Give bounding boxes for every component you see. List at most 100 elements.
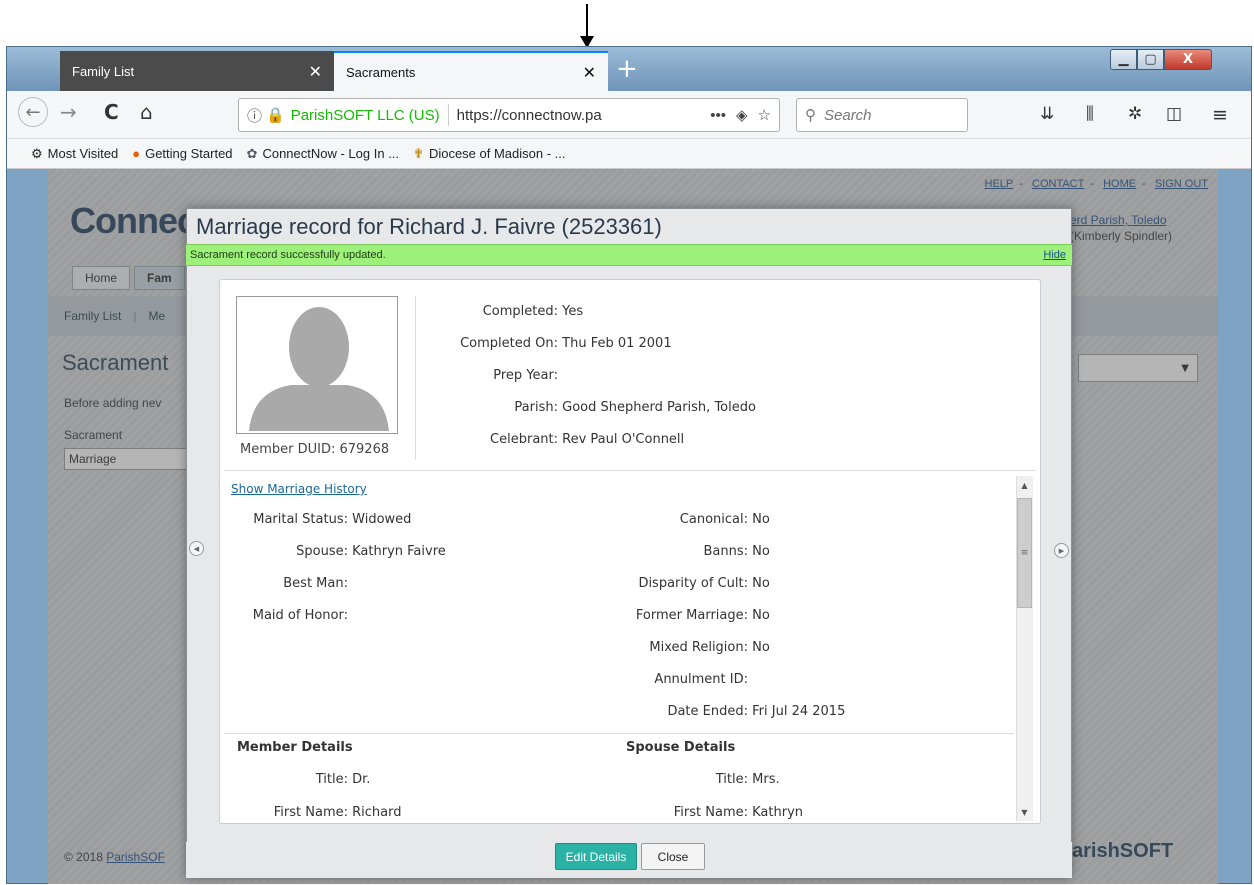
spouse-row: Spouse: Kathryn Faivre xyxy=(222,544,446,559)
member-photo xyxy=(236,296,398,434)
field-value: Dr. xyxy=(352,772,371,787)
field-label: Former Marriage: xyxy=(635,608,748,623)
library-icon[interactable]: ⫼ xyxy=(1086,104,1094,124)
section-divider xyxy=(224,733,1014,734)
maximize-button[interactable]: ▢ xyxy=(1137,49,1164,70)
home-button[interactable]: ⌂ xyxy=(140,100,153,124)
downloads-icon[interactable]: ⇊ xyxy=(1040,104,1054,124)
bookmark-connectnow[interactable]: ✿ ConnectNow - Log In ... xyxy=(247,146,399,162)
url-text[interactable]: https://connectnow.pa xyxy=(457,107,701,124)
mixed-religion-row: Mixed Religion: No xyxy=(600,640,770,655)
celebrant-row: Celebrant: Rev Paul O'Connell xyxy=(426,432,684,447)
scroll-down-icon[interactable]: ▼ xyxy=(1016,803,1033,821)
section-divider xyxy=(224,470,1036,471)
field-label: Banns: xyxy=(703,544,748,559)
tab-label: Family List xyxy=(72,63,135,79)
tab-label: Sacraments xyxy=(346,64,416,80)
minimize-button[interactable]: ▁ xyxy=(1110,49,1137,70)
url-separator xyxy=(447,104,449,126)
field-value: Mrs. xyxy=(752,772,780,787)
parish-row: Parish: Good Shepherd Parish, Toledo xyxy=(426,400,756,415)
pocket-icon[interactable]: ◈ xyxy=(736,106,748,124)
field-label: First Name: xyxy=(273,805,348,820)
field-value: Widowed xyxy=(352,512,412,527)
field-value: Kathryn Faivre xyxy=(352,544,446,559)
field-value: No xyxy=(752,640,770,655)
info-icon[interactable]: ⓘ xyxy=(247,105,262,126)
field-value: No xyxy=(752,544,770,559)
divider xyxy=(415,296,416,460)
field-label: Date Ended: xyxy=(667,704,748,719)
completed-row: Completed: Yes xyxy=(426,304,583,319)
bookmark-label: Getting Started xyxy=(145,146,233,161)
field-value: No xyxy=(752,576,770,591)
former-marriage-row: Former Marriage: No xyxy=(600,608,770,623)
field-label: Disparity of Cult: xyxy=(638,576,748,591)
close-button[interactable]: Close xyxy=(641,843,705,870)
tab-family-list[interactable]: Family List ✕ xyxy=(60,51,334,91)
member-first-name-row: First Name: Richard xyxy=(222,805,402,820)
field-label: Completed On: xyxy=(460,336,558,351)
site-identity[interactable]: ParishSOFT LLC (US) xyxy=(291,107,440,124)
tab-sacraments[interactable]: Sacraments ✕ xyxy=(334,51,608,91)
extension-icon[interactable]: ✲ xyxy=(1128,104,1142,124)
prep-year-row: Prep Year: xyxy=(426,368,558,383)
disparity-of-cult-row: Disparity of Cult: No xyxy=(600,576,770,591)
firefox-icon: ● xyxy=(132,146,141,161)
spouse-details-heading: Spouse Details xyxy=(626,740,736,755)
bookmark-label: Diocese of Madison - ... xyxy=(428,146,566,161)
url-bar[interactable]: ⓘ 🔒 ParishSOFT LLC (US) https://connectn… xyxy=(238,98,780,132)
reload-button[interactable]: C xyxy=(104,100,119,124)
show-marriage-history-link[interactable]: Show Marriage History xyxy=(231,482,367,496)
field-value: Fri Jul 24 2015 xyxy=(752,704,846,719)
marital-status-row: Marital Status: Widowed xyxy=(222,512,411,527)
member-duid: Member DUID: 679268 xyxy=(240,442,390,457)
field-label: Title: xyxy=(715,772,748,787)
forward-button[interactable]: → xyxy=(60,100,77,124)
page-actions-icon[interactable]: ••• xyxy=(710,107,726,124)
field-label: First Name: xyxy=(673,805,748,820)
field-label: Title: xyxy=(315,772,348,787)
avatar-silhouette-icon xyxy=(239,299,395,431)
field-label: Parish: xyxy=(514,400,558,415)
canonical-row: Canonical: No xyxy=(600,512,770,527)
field-value: Kathryn xyxy=(752,805,804,820)
previous-arrow-icon[interactable]: ◀ xyxy=(189,541,204,556)
lock-icon: 🔒 xyxy=(266,107,285,124)
bookmark-star-icon[interactable]: ☆ xyxy=(758,106,771,124)
bookmark-most-visited[interactable]: ⚙ Most Visited xyxy=(31,146,118,162)
connectnow-icon: ✿ xyxy=(246,145,258,161)
field-label: Maid of Honor: xyxy=(252,608,348,623)
sidebar-icon[interactable]: ◫ xyxy=(1166,104,1182,124)
bookmark-label: ConnectNow - Log In ... xyxy=(262,146,400,161)
back-button[interactable]: ← xyxy=(18,97,48,127)
scroll-up-icon[interactable]: ▲ xyxy=(1016,476,1033,494)
field-value: No xyxy=(752,512,770,527)
field-label: Best Man: xyxy=(283,576,348,591)
tab-close-icon[interactable]: ✕ xyxy=(309,62,322,81)
field-label: Spouse: xyxy=(296,544,348,559)
window-close-button[interactable]: X xyxy=(1164,49,1212,70)
field-label: Completed: xyxy=(482,304,558,319)
bookmarks-toolbar: ⚙ Most Visited ● Getting Started ✿ ConnectN… xyxy=(7,139,1251,169)
banns-row: Banns: No xyxy=(600,544,770,559)
new-tab-button[interactable]: + xyxy=(616,56,638,82)
field-value: Rev Paul O'Connell xyxy=(562,432,685,447)
bookmark-getting-started[interactable]: ● Getting Started xyxy=(132,146,232,161)
bookmark-diocese[interactable]: ✟ Diocese of Madison - ... xyxy=(413,146,565,162)
next-arrow-icon[interactable]: ▶ xyxy=(1054,543,1069,558)
scrollbar-thumb[interactable]: ≡ xyxy=(1017,498,1032,608)
tab-close-icon[interactable]: ✕ xyxy=(583,63,596,82)
bookmark-label: Most Visited xyxy=(47,146,119,161)
member-title-row: Title: Dr. xyxy=(222,772,371,787)
field-value: Thu Feb 01 2001 xyxy=(562,336,672,351)
hide-banner-link[interactable]: Hide xyxy=(1043,249,1066,261)
menu-icon[interactable]: ≡ xyxy=(1212,104,1228,126)
search-input[interactable]: ⚲ Search xyxy=(796,98,968,132)
best-man-row: Best Man: xyxy=(222,576,348,591)
date-ended-row: Date Ended: Fri Jul 24 2015 xyxy=(600,704,845,719)
annulment-id-row: Annulment ID: xyxy=(600,672,748,687)
edit-details-button[interactable]: Edit Details xyxy=(555,843,637,870)
success-message: Sacrament record successfully updated. xyxy=(190,249,386,261)
field-label: Celebrant: xyxy=(490,432,558,447)
